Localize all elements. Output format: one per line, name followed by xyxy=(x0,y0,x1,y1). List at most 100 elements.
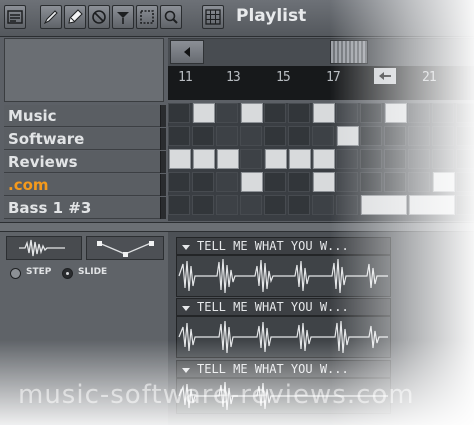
paint-icon[interactable] xyxy=(64,5,86,29)
audio-clip-header[interactable]: TELL ME WHAT YOU W... xyxy=(176,237,391,255)
pencil-icon[interactable] xyxy=(40,5,62,29)
grid-cell[interactable] xyxy=(456,195,474,215)
track-resize-handle[interactable] xyxy=(160,105,166,127)
grid-cell[interactable] xyxy=(216,172,238,192)
track-label-bass[interactable]: Bass 1 #3 xyxy=(4,197,160,219)
grid-cell[interactable] xyxy=(360,172,382,192)
grid-cell[interactable] xyxy=(360,149,382,169)
grid-cell[interactable] xyxy=(408,172,430,192)
envelope-shape-button[interactable] xyxy=(86,236,164,260)
grid-cell[interactable] xyxy=(384,149,406,169)
grid-cell[interactable] xyxy=(456,149,474,169)
scrollbar-thumb[interactable] xyxy=(330,40,368,64)
track-resize-handle[interactable] xyxy=(160,197,166,219)
grid-cell[interactable] xyxy=(336,149,358,169)
step-radio[interactable] xyxy=(10,268,21,279)
grid-cell[interactable] xyxy=(240,195,262,215)
pattern-block[interactable] xyxy=(193,149,215,169)
track-resize-handle[interactable] xyxy=(160,151,166,173)
grid-cell[interactable] xyxy=(456,126,474,146)
pattern-block[interactable] xyxy=(217,149,239,169)
grid-cell[interactable] xyxy=(312,195,334,215)
panel-divider[interactable] xyxy=(0,222,474,232)
mute-icon[interactable] xyxy=(112,5,134,29)
grid-cell[interactable] xyxy=(336,103,358,123)
grid-cell[interactable] xyxy=(408,103,430,123)
grid-cell[interactable] xyxy=(240,149,262,169)
grid-cell[interactable] xyxy=(360,103,382,123)
audio-clip-header[interactable]: TELL ME WHAT YOU W... xyxy=(176,298,391,316)
grid-cell[interactable] xyxy=(192,172,214,192)
grid-cell[interactable] xyxy=(192,195,214,215)
slide-radio[interactable] xyxy=(62,268,73,279)
grid-cell[interactable] xyxy=(384,172,406,192)
grid-cell[interactable] xyxy=(216,103,238,123)
clip-dropdown-icon[interactable] xyxy=(181,363,191,373)
zoom-icon[interactable] xyxy=(160,5,182,29)
pattern-grid[interactable] xyxy=(168,103,474,221)
grid-cell[interactable] xyxy=(192,126,214,146)
grid-cell[interactable] xyxy=(264,103,286,123)
audio-clip-waveform[interactable] xyxy=(176,316,391,358)
pattern-block[interactable] xyxy=(433,172,455,192)
clip-dropdown-icon[interactable] xyxy=(181,240,191,250)
scroll-left-button[interactable] xyxy=(170,40,204,64)
track-resize-handle[interactable] xyxy=(160,174,166,196)
grid-cell[interactable] xyxy=(336,172,358,192)
track-resize-handle[interactable] xyxy=(160,128,166,150)
grid-cell[interactable] xyxy=(168,195,190,215)
pattern-block[interactable] xyxy=(409,195,455,215)
grid-cell[interactable] xyxy=(264,172,286,192)
grid-cell[interactable] xyxy=(408,126,430,146)
pattern-block[interactable] xyxy=(313,149,335,169)
pattern-block[interactable] xyxy=(313,172,335,192)
grid-cell[interactable] xyxy=(312,126,334,146)
grid-cell[interactable] xyxy=(240,126,262,146)
grid-cell[interactable] xyxy=(168,172,190,192)
pattern-block[interactable] xyxy=(193,103,215,123)
pattern-block[interactable] xyxy=(313,103,335,123)
grid-cell[interactable] xyxy=(456,172,474,192)
track-label-com[interactable]: .com xyxy=(4,174,160,196)
grid-cell[interactable] xyxy=(288,103,310,123)
pattern-block[interactable] xyxy=(361,195,407,215)
pattern-block[interactable] xyxy=(241,172,263,192)
timeline-ruler[interactable]: 11 13 15 17 21 xyxy=(168,66,474,100)
grid-cell[interactable] xyxy=(288,195,310,215)
audio-clip-waveform[interactable] xyxy=(176,255,391,297)
grid-cell[interactable] xyxy=(264,195,286,215)
grid-cell[interactable] xyxy=(288,126,310,146)
grid-cell[interactable] xyxy=(456,103,474,123)
grid-cell[interactable] xyxy=(168,103,190,123)
horizontal-scrollbar[interactable] xyxy=(168,38,474,67)
grid-cell[interactable] xyxy=(216,195,238,215)
playlist-menu-icon[interactable] xyxy=(4,5,26,29)
grid-cell[interactable] xyxy=(432,126,454,146)
grid-cell[interactable] xyxy=(168,126,190,146)
delete-icon[interactable] xyxy=(88,5,110,29)
audio-clip-header[interactable]: TELL ME WHAT YOU W... xyxy=(176,360,391,378)
slice-icon[interactable] xyxy=(136,5,158,29)
pattern-block[interactable] xyxy=(289,149,311,169)
track-label-music[interactable]: Music xyxy=(4,105,160,127)
song-position-marker[interactable] xyxy=(374,68,396,84)
grid-cell[interactable] xyxy=(216,126,238,146)
grid-cell[interactable] xyxy=(264,126,286,146)
envelope-waveform-button[interactable] xyxy=(6,236,82,260)
grid-cell[interactable] xyxy=(408,149,430,169)
grid-cell[interactable] xyxy=(432,149,454,169)
grid-cell[interactable] xyxy=(288,172,310,192)
track-label-reviews[interactable]: Reviews xyxy=(4,151,160,173)
grid-cell[interactable] xyxy=(360,126,382,146)
grid-cell[interactable] xyxy=(384,126,406,146)
grid-cell[interactable] xyxy=(336,195,358,215)
pattern-block[interactable] xyxy=(241,103,263,123)
pattern-block[interactable] xyxy=(385,103,407,123)
clip-dropdown-icon[interactable] xyxy=(181,301,191,311)
grid-icon[interactable] xyxy=(202,5,224,29)
pattern-block[interactable] xyxy=(265,149,287,169)
track-label-software[interactable]: Software xyxy=(4,128,160,150)
pattern-block[interactable] xyxy=(169,149,191,169)
grid-cell[interactable] xyxy=(432,103,454,123)
pattern-block[interactable] xyxy=(337,126,359,146)
